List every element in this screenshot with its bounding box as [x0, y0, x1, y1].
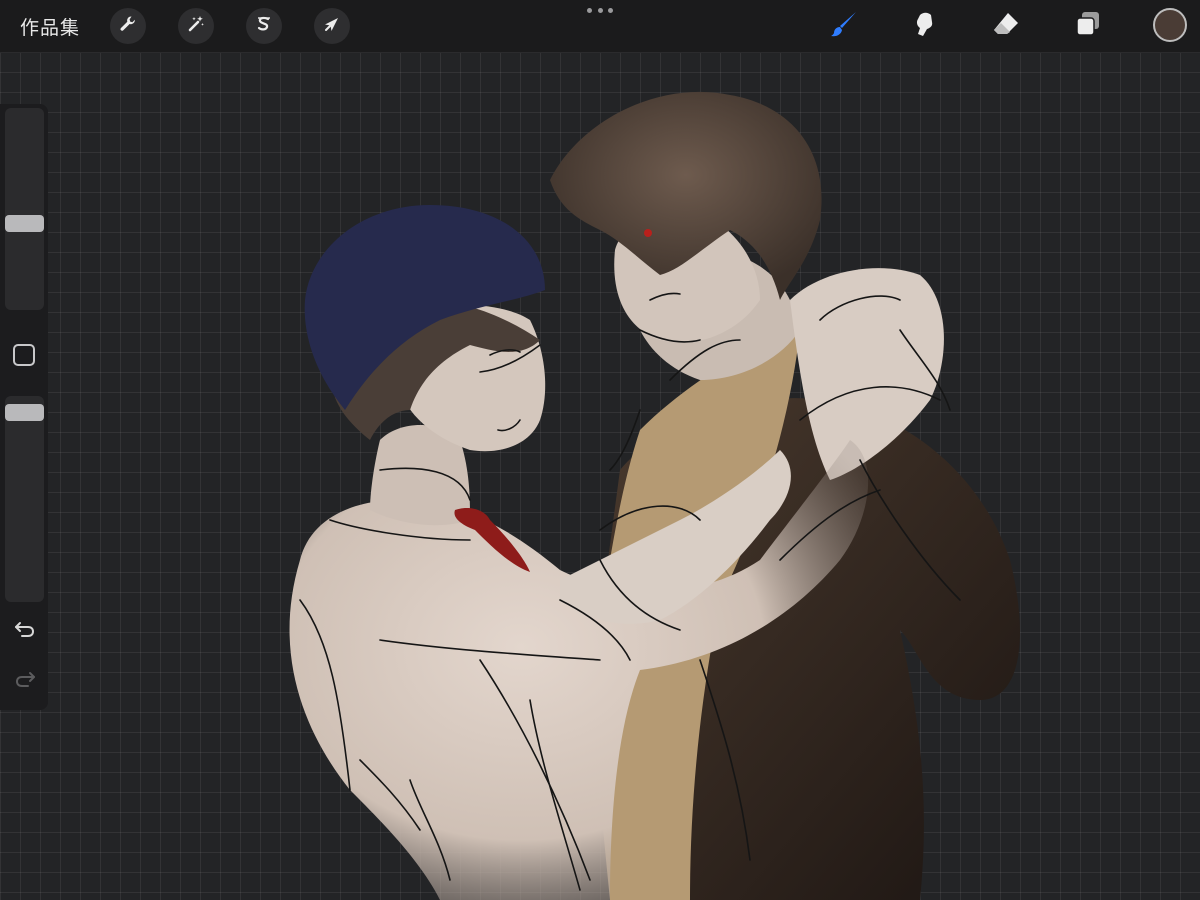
eraser-icon: [991, 9, 1021, 43]
wrench-icon: [118, 14, 138, 38]
brush-size-thumb[interactable]: [5, 215, 44, 233]
dot-icon: [587, 7, 592, 13]
smudge-icon: [909, 9, 939, 43]
opacity-thumb[interactable]: [5, 403, 44, 421]
adjustments-button[interactable]: [178, 8, 214, 44]
gallery-button[interactable]: 作品集: [20, 13, 80, 40]
selection-button[interactable]: [246, 8, 282, 44]
redo-button[interactable]: [12, 669, 38, 695]
brush-size-slider[interactable]: [5, 108, 44, 310]
opacity-slider[interactable]: [5, 396, 44, 602]
modify-button[interactable]: [13, 344, 35, 366]
magic-wand-icon: [186, 14, 206, 38]
erase-tool-button[interactable]: [988, 8, 1024, 44]
layers-button[interactable]: [1070, 8, 1106, 44]
drawing-canvas[interactable]: [0, 52, 1200, 900]
artwork: [289, 91, 1020, 900]
top-toolbar: 作品集: [0, 0, 1200, 53]
left-sidebar: [0, 104, 48, 710]
undo-button[interactable]: [12, 619, 38, 645]
dot-icon: [597, 7, 603, 13]
smudge-tool-button[interactable]: [906, 8, 942, 44]
paint-tool-button[interactable]: [826, 8, 862, 44]
more-options-button[interactable]: [587, 4, 613, 16]
dot-icon: [608, 7, 613, 13]
layers-icon: [1073, 9, 1103, 43]
color-picker-button[interactable]: [1153, 8, 1187, 42]
transform-button[interactable]: [314, 8, 350, 44]
brush-icon: [829, 9, 859, 43]
actions-button[interactable]: [110, 8, 146, 44]
selection-s-icon: [254, 14, 274, 38]
redo-icon: [13, 669, 37, 695]
arrow-cursor-icon: [322, 14, 342, 38]
undo-icon: [13, 619, 37, 645]
